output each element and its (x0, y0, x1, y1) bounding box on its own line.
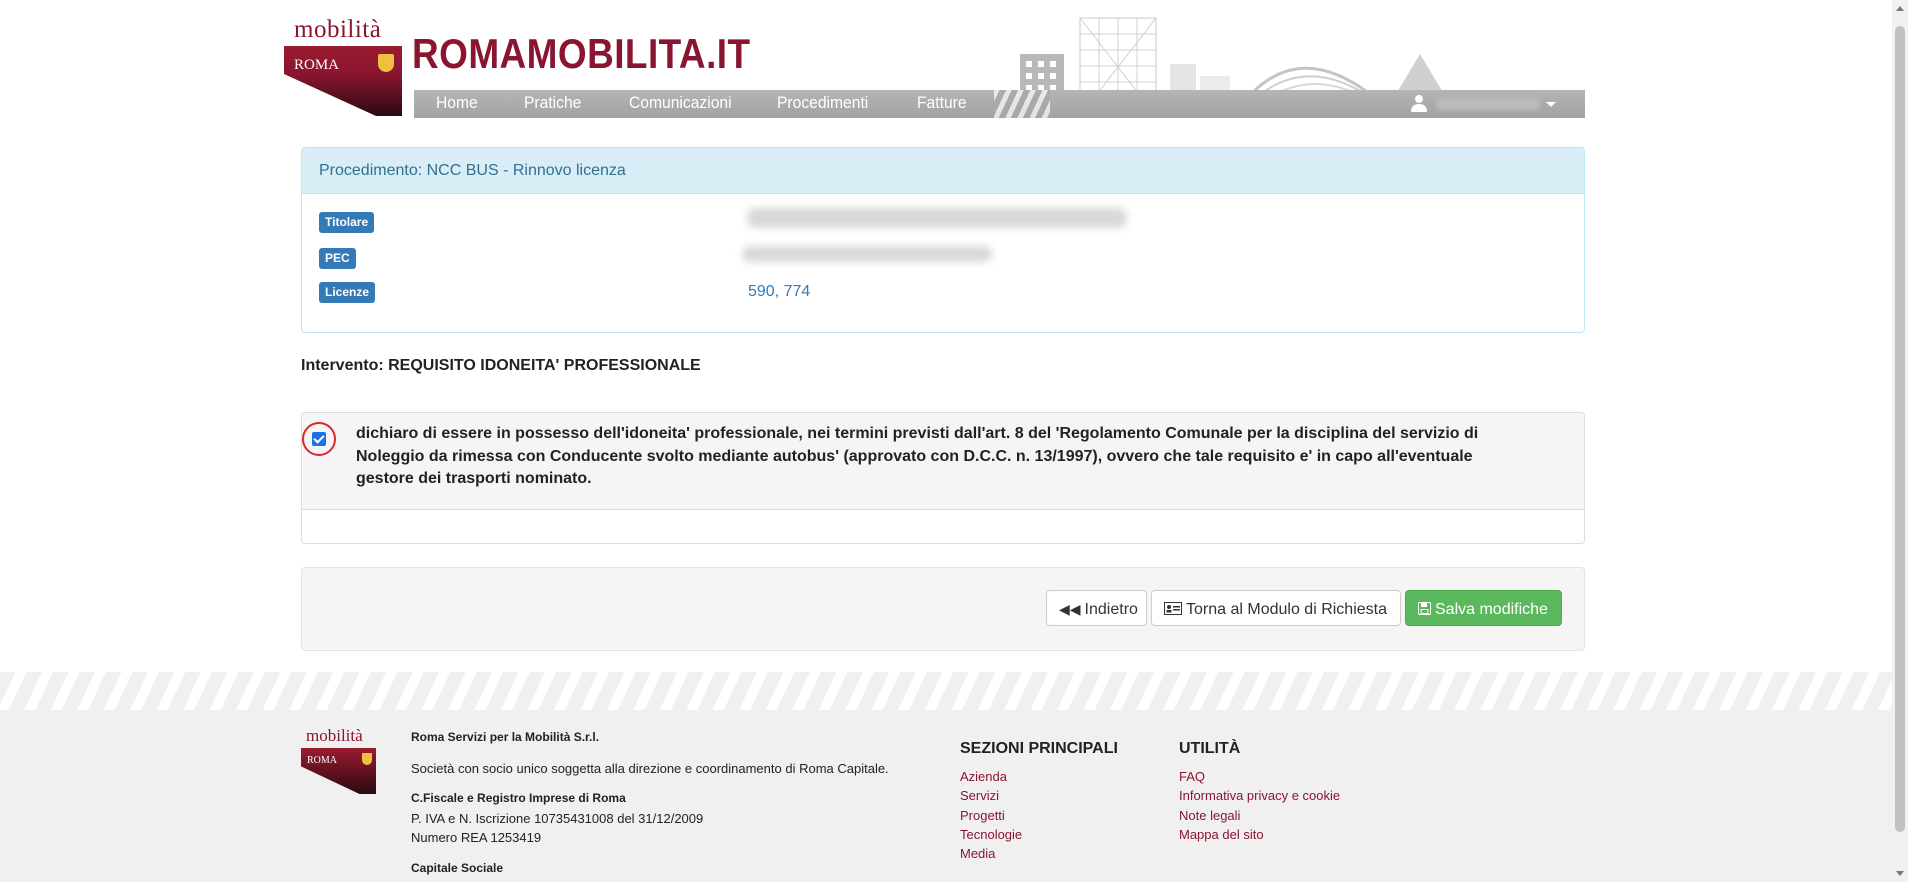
panel-heading: Procedimento: NCC BUS - Rinnovo licenza (302, 148, 1584, 194)
label-titolare: Titolare (319, 212, 375, 233)
footer-link-media[interactable]: Media (960, 846, 995, 861)
label-licenze: Licenze (319, 282, 376, 303)
torna-modulo-label: Torna al Modulo di Richiesta (1186, 601, 1387, 618)
site-header: mobilità ROMA ROMAMOBILITA.IT Home Prati… (280, 0, 1585, 120)
footer-logo-mobilita-text: mobilità (306, 726, 363, 745)
footer-capitale: Capitale Sociale (411, 861, 504, 875)
footer-link-azienda[interactable]: Azienda (960, 769, 1007, 784)
intervento-title: Intervento: REQUISITO IDONEITA' PROFESSI… (301, 357, 701, 374)
save-button-label: Salva modifiche (1435, 601, 1548, 618)
footer-piva: P. IVA e N. Iscrizione 10735431008 del 3… (411, 811, 704, 826)
floppy-disk-icon (1418, 591, 1431, 627)
caret-down-icon (1546, 102, 1556, 107)
mobilita-roma-logo[interactable]: mobilità ROMA (284, 14, 404, 118)
actions-well: ◀◀ Indietro Torna al Modulo di Richiesta … (301, 567, 1585, 651)
user-icon (1411, 95, 1427, 112)
checkbox-highlight-circle (302, 422, 336, 456)
footer-link-privacy[interactable]: Informativa privacy e cookie (1179, 788, 1340, 803)
nav-comunicazioni[interactable]: Comunicazioni (629, 93, 732, 113)
declaration-box: dichiaro di essere in possesso dell'idon… (301, 412, 1585, 544)
logo-mobilita-text: mobilità (294, 16, 382, 43)
footer-link-tecnologie[interactable]: Tecnologie (960, 827, 1022, 842)
scrollbar-thumb[interactable] (1895, 26, 1905, 832)
back-button[interactable]: ◀◀ Indietro (1046, 590, 1147, 626)
nav-procedimenti[interactable]: Procedimenti (777, 93, 868, 113)
site-footer: mobilità ROMA Roma Servizi per la Mobili… (0, 710, 1908, 882)
page-scrollbar[interactable] (1892, 0, 1908, 882)
torna-modulo-button[interactable]: Torna al Modulo di Richiesta (1151, 590, 1401, 626)
footer-utilita-title: UTILITÀ (1179, 740, 1241, 757)
footer-link-mappa[interactable]: Mappa del sito (1179, 827, 1264, 842)
nav-stripes-decoration (994, 90, 1050, 118)
logo-roma-text: ROMA (294, 57, 340, 73)
id-card-icon (1164, 591, 1182, 627)
footer-logo-roma-text: ROMA (307, 755, 338, 766)
user-menu[interactable] (1400, 90, 1565, 118)
declaration-checkbox[interactable] (312, 432, 326, 446)
pec-value-redacted (742, 246, 992, 262)
double-chevron-left-icon: ◀◀ (1059, 601, 1081, 617)
footer-fiscale-title: C.Fiscale e Registro Imprese di Roma (411, 791, 626, 805)
footer-link-faq[interactable]: FAQ (1179, 769, 1205, 784)
scroll-up-arrow-icon[interactable] (1896, 6, 1904, 11)
label-pec: PEC (319, 248, 356, 269)
footer-stripe-decoration (0, 672, 1908, 710)
footer-logo[interactable]: mobilità ROMA (301, 726, 377, 796)
user-name-redacted (1436, 98, 1540, 110)
footer-rea: Numero REA 1253419 (411, 830, 542, 845)
footer-roma-crest-icon (362, 753, 372, 765)
declaration-text: dichiaro di essere in possesso dell'idon… (356, 425, 1479, 487)
nav-fatture[interactable]: Fatture (917, 93, 967, 113)
scroll-down-arrow-icon[interactable] (1896, 871, 1904, 876)
nav-home[interactable]: Home (436, 93, 478, 113)
licenze-value[interactable]: 590, 774 (748, 283, 810, 301)
titolare-value-redacted (747, 208, 1127, 228)
roma-crest-icon (378, 54, 394, 72)
footer-company: Roma Servizi per la Mobilità S.r.l. (411, 730, 600, 744)
nav-pratiche[interactable]: Pratiche (524, 93, 581, 113)
save-button[interactable]: Salva modifiche (1405, 590, 1562, 626)
footer-link-note-legali[interactable]: Note legali (1179, 808, 1240, 823)
declaration-row: dichiaro di essere in possesso dell'idon… (302, 413, 1584, 510)
brand-title[interactable]: ROMAMOBILITA.IT (412, 30, 751, 78)
footer-socio: Società con socio unico soggetta alla di… (411, 761, 889, 776)
procedimento-panel: Procedimento: NCC BUS - Rinnovo licenza … (301, 147, 1585, 333)
footer-sezioni-title: SEZIONI PRINCIPALI (960, 740, 1118, 757)
back-button-label: Indietro (1084, 601, 1138, 618)
footer-link-progetti[interactable]: Progetti (960, 808, 1005, 823)
footer-link-servizi[interactable]: Servizi (960, 788, 999, 803)
